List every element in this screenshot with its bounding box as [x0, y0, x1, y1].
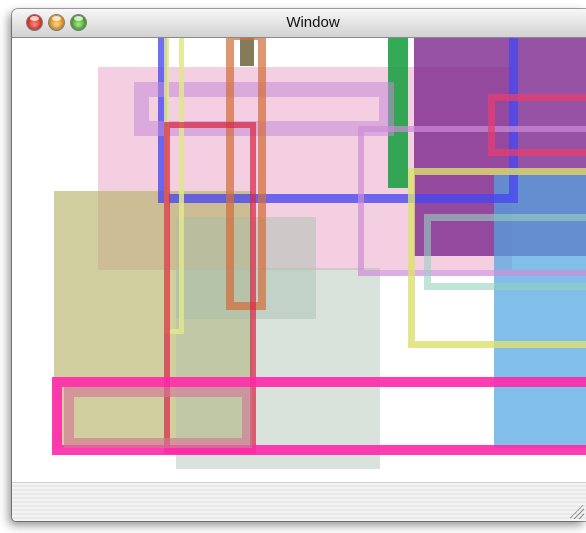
app-window: Window — [12, 9, 586, 521]
resize-grip-icon[interactable] — [570, 505, 584, 519]
mint-outline-rectangle — [424, 214, 586, 290]
drawing-canvas[interactable] — [12, 38, 586, 483]
window-title: Window — [286, 14, 340, 31]
pink-outline-rectangle-small — [488, 94, 586, 156]
title-bar[interactable]: Window — [12, 9, 586, 38]
pink-inner-outline-rectangle — [64, 387, 252, 448]
status-bar — [12, 482, 586, 521]
